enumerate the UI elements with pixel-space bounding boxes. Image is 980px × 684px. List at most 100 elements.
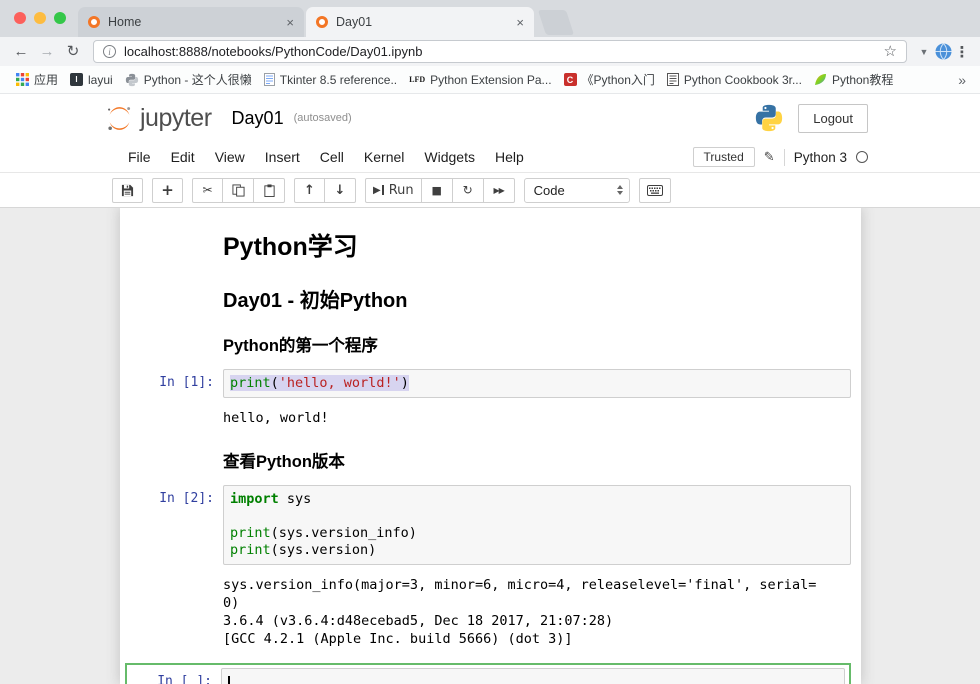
tab-home[interactable]: Home × — [78, 7, 304, 37]
bookmark-label: layui — [88, 73, 113, 87]
command-palette-button[interactable] — [639, 178, 671, 203]
pencil-icon: ✎ — [764, 149, 775, 165]
chevron-down-icon[interactable]: ▼ — [914, 47, 934, 57]
move-cell-up-button[interactable]: ↑ — [294, 178, 325, 203]
bookmark-python-intro[interactable]: C 《Python入门 — [558, 68, 661, 91]
tab-close-icon[interactable]: × — [516, 16, 524, 29]
browser-menu-icon[interactable]: ⋮ — [952, 43, 972, 61]
bookmark-python-extension[interactable]: LFD Python Extension Pa... — [403, 70, 557, 90]
interrupt-kernel-button[interactable]: ■ — [422, 178, 453, 203]
menu-widgets[interactable]: Widgets — [414, 145, 485, 169]
extension-globe-icon[interactable] — [934, 43, 952, 60]
cut-cell-button[interactable]: ✂ — [192, 178, 223, 203]
reload-icon[interactable]: ↻ — [60, 44, 86, 59]
kernel-indicator-area: Trusted ✎ Python 3 — [693, 147, 868, 167]
bookmark-python-tutorial[interactable]: Python教程 — [808, 68, 899, 91]
output-text-1: hello, world! — [223, 404, 851, 432]
jupyter-logo[interactable]: jupyter — [106, 104, 212, 133]
input-prompt: In [2]: — [125, 485, 223, 565]
menu-file[interactable]: File — [118, 145, 161, 169]
paste-icon — [263, 184, 276, 197]
kernel-name: Python 3 — [794, 150, 847, 165]
menu-view[interactable]: View — [205, 145, 255, 169]
jupyter-brand-text: jupyter — [140, 104, 212, 133]
add-cell-button[interactable]: + — [152, 178, 183, 203]
tab-day01[interactable]: Day01 × — [306, 7, 534, 37]
scissors-icon: ✂ — [202, 183, 212, 197]
bookmark-label: Python - 这个人很懒 — [144, 71, 252, 88]
jupyter-favicon-icon — [88, 16, 100, 28]
back-icon[interactable]: ← — [8, 44, 34, 59]
heading-day01: Day01 - 初始Python — [223, 289, 851, 314]
tab-title: Home — [108, 15, 278, 29]
bookmarks-bar: 应用 l layui Python - 这个人很懒 Tkinter 8.5 re… — [0, 66, 980, 94]
output-cell-1: hello, world! — [120, 402, 861, 440]
markdown-cell-first-program[interactable]: Python的第一个程序 — [120, 324, 861, 365]
markdown-cell-version[interactable]: 查看Python版本 — [120, 440, 861, 481]
code-input-2[interactable]: import sysprint(sys.version_info)print(s… — [223, 485, 851, 565]
run-label: Run — [389, 183, 414, 198]
paste-cell-button[interactable] — [254, 178, 285, 203]
bookmark-layui[interactable]: l layui — [64, 70, 119, 90]
run-button[interactable]: ▶Run — [365, 178, 422, 203]
cell-type-dropdown[interactable]: Code — [524, 178, 630, 203]
notebook-title[interactable]: Day01 — [232, 108, 284, 129]
bookmark-apps[interactable]: 应用 — [10, 68, 64, 91]
move-cell-down-button[interactable]: ↓ — [325, 178, 356, 203]
url-text: localhost:8888/notebooks/PythonCode/Day0… — [124, 44, 876, 59]
url-input[interactable]: i localhost:8888/notebooks/PythonCode/Da… — [93, 40, 907, 63]
forward-icon[interactable]: → — [34, 44, 60, 59]
bookmark-label: 《Python入门 — [582, 71, 655, 88]
restart-icon: ↻ — [463, 183, 473, 197]
tab-close-icon[interactable]: × — [286, 16, 294, 29]
notebook-container: Python学习 Day01 - 初始Python Python的第一个程序 I… — [120, 208, 861, 684]
empty-code-cell-editing[interactable]: In [ ]: — [125, 663, 851, 684]
input-prompt: In [1]: — [125, 369, 223, 398]
menu-cell[interactable]: Cell — [310, 145, 354, 169]
menu-help[interactable]: Help — [485, 145, 534, 169]
new-tab-button[interactable] — [538, 10, 574, 35]
window-close-button[interactable] — [14, 12, 26, 24]
bookmark-tkinter[interactable]: Tkinter 8.5 reference.. — [258, 70, 403, 90]
restart-run-all-button[interactable]: ▶▶ — [484, 178, 515, 203]
copy-cell-button[interactable] — [223, 178, 254, 203]
code-input-1[interactable]: print('hello, world!') — [223, 369, 851, 398]
bookmark-label: Python Extension Pa... — [430, 73, 551, 87]
menu-kernel[interactable]: Kernel — [354, 145, 414, 169]
bookmark-label: Python Cookbook 3r... — [684, 73, 802, 87]
stop-icon: ■ — [431, 184, 441, 197]
browser-window: Home × Day01 × ← → ↻ i localhost:8888/no… — [0, 0, 980, 684]
bookmark-label: Python教程 — [832, 71, 893, 88]
c-language-icon: C — [564, 73, 577, 86]
markdown-cell-title[interactable]: Python学习 — [120, 222, 861, 277]
save-button[interactable] — [112, 178, 143, 203]
bookmark-label: Tkinter 8.5 reference.. — [280, 73, 397, 87]
book-icon — [667, 73, 679, 86]
window-minimize-button[interactable] — [34, 12, 46, 24]
code-input-empty[interactable] — [221, 668, 845, 684]
window-zoom-button[interactable] — [54, 12, 66, 24]
notebook-menubar: File Edit View Insert Cell Kernel Widget… — [0, 142, 980, 173]
heading-first-program: Python的第一个程序 — [223, 336, 851, 357]
python-gray-icon — [125, 73, 139, 87]
arrow-up-icon: ↑ — [304, 183, 315, 198]
markdown-cell-day01[interactable]: Day01 - 初始Python — [120, 277, 861, 324]
output-text-2: sys.version_info(major=3, minor=6, micro… — [223, 571, 851, 653]
jupyter-favicon-icon — [316, 16, 328, 28]
layui-icon: l — [70, 73, 83, 86]
bookmark-label: 应用 — [34, 71, 58, 88]
menu-edit[interactable]: Edit — [161, 145, 205, 169]
cell-type-value: Code — [534, 183, 565, 198]
page-icon — [264, 73, 275, 86]
logout-button[interactable]: Logout — [798, 104, 868, 133]
page-info-icon[interactable]: i — [103, 45, 116, 58]
bookmark-cookbook[interactable]: Python Cookbook 3r... — [661, 70, 808, 90]
bookmarks-overflow-icon[interactable]: » — [954, 72, 970, 88]
fast-forward-icon: ▶▶ — [493, 186, 503, 195]
restart-kernel-button[interactable]: ↻ — [453, 178, 484, 203]
menu-insert[interactable]: Insert — [255, 145, 310, 169]
bookmark-python-blog[interactable]: Python - 这个人很懒 — [119, 68, 258, 91]
bookmark-star-icon[interactable]: ☆ — [884, 44, 897, 59]
tab-title: Day01 — [336, 15, 508, 29]
trusted-badge[interactable]: Trusted — [693, 147, 755, 167]
